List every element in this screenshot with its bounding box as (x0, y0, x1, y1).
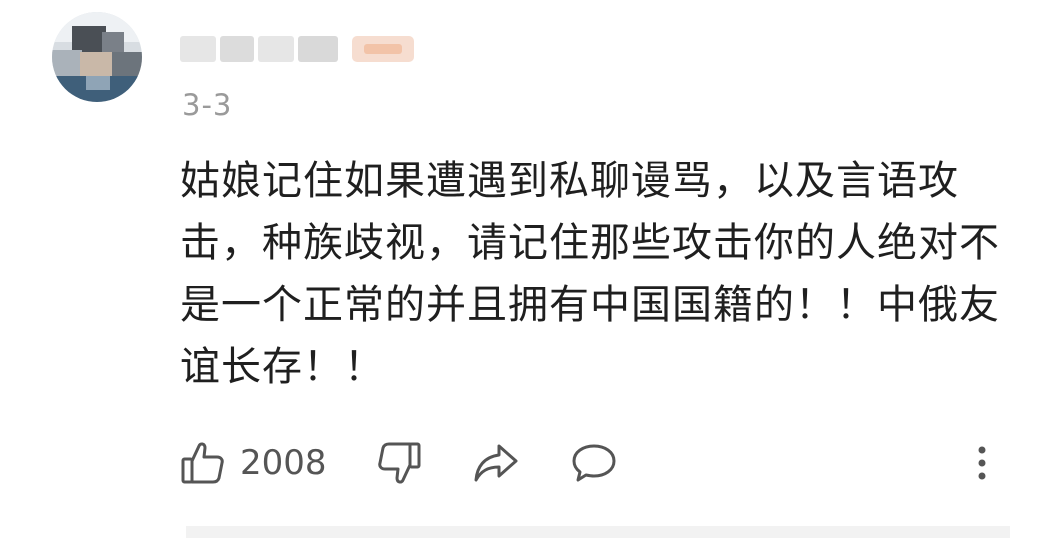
avatar[interactable] (52, 12, 142, 102)
comment-text: 姑娘记住如果遭遇到私聊谩骂，以及言语攻击，种族歧视，请记住那些攻击你的人绝对不是… (180, 158, 1000, 390)
comment-date: 3-3 (182, 88, 233, 122)
reply-button[interactable] (570, 438, 618, 488)
more-button[interactable] (974, 438, 990, 488)
share-icon (472, 440, 520, 486)
user-level-badge (352, 36, 414, 62)
username-blurred[interactable] (180, 30, 350, 66)
comment-card: 3-3 姑娘记住如果遭遇到私聊谩骂，以及言语攻击，种族歧视，请记住那些攻击你的人… (0, 0, 1060, 538)
like-button[interactable]: 2008 (180, 438, 327, 488)
share-button[interactable] (472, 438, 520, 488)
thumbs-up-icon (180, 440, 226, 486)
more-vertical-icon (974, 440, 990, 486)
thumbs-down-icon (376, 440, 422, 486)
comment-bubble-icon (570, 440, 618, 486)
divider (186, 526, 1010, 538)
comment-actions: 2008 (180, 438, 1010, 488)
dislike-button[interactable] (376, 438, 422, 488)
like-count: 2008 (240, 443, 327, 483)
